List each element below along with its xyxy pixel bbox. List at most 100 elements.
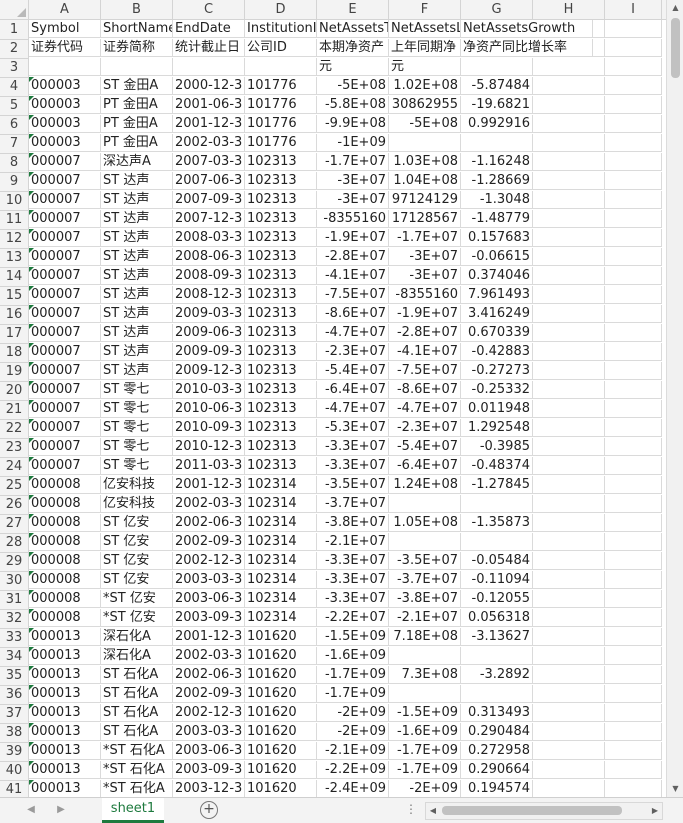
cell-d20[interactable]: 102313 [245, 381, 317, 399]
cell-g1[interactable]: NetAssetsGrowth [461, 20, 593, 38]
cell-a19[interactable]: 000007 [29, 362, 101, 380]
cell-f27[interactable]: 1.05E+08 [389, 514, 461, 532]
cell-e32[interactable]: -2.2E+07 [317, 609, 389, 627]
cell-e31[interactable]: -3.3E+07 [317, 590, 389, 608]
cell-e40[interactable]: -2.2E+09 [317, 761, 389, 779]
cell-a41[interactable]: 000013 [29, 780, 101, 797]
cell-a31[interactable]: 000008 [29, 590, 101, 608]
cell-g8[interactable]: -1.16248 [461, 153, 533, 171]
cell-h26[interactable] [533, 495, 605, 513]
cell-f34[interactable] [389, 647, 461, 665]
column-header-i[interactable]: I [605, 0, 662, 19]
column-header-a[interactable]: A [29, 0, 101, 19]
cell-d16[interactable]: 102313 [245, 305, 317, 323]
cell-i31[interactable] [605, 590, 662, 608]
cell-h33[interactable] [533, 628, 605, 646]
cell-g41[interactable]: 0.194574 [461, 780, 533, 797]
cell-g36[interactable] [461, 685, 533, 703]
cell-g33[interactable]: -3.13627 [461, 628, 533, 646]
cell-g27[interactable]: -1.35873 [461, 514, 533, 532]
cell-f31[interactable]: -3.8E+07 [389, 590, 461, 608]
horizontal-scroll-thumb[interactable] [442, 806, 622, 815]
cell-h17[interactable] [533, 324, 605, 342]
cell-c10[interactable]: 2007-09-3 [173, 191, 245, 209]
cell-d22[interactable]: 102313 [245, 419, 317, 437]
cell-c17[interactable]: 2009-06-3 [173, 324, 245, 342]
row-header[interactable]: 27 [0, 514, 28, 534]
cell-a14[interactable]: 000007 [29, 267, 101, 285]
cell-i30[interactable] [605, 571, 662, 589]
cell-g3[interactable] [461, 58, 533, 76]
cell-g24[interactable]: -0.48374 [461, 457, 533, 475]
row-header[interactable]: 29 [0, 552, 28, 572]
cell-c4[interactable]: 2000-12-3 [173, 77, 245, 95]
cell-d27[interactable]: 102314 [245, 514, 317, 532]
cell-h37[interactable] [533, 704, 605, 722]
cell-i14[interactable] [605, 267, 662, 285]
cell-d36[interactable]: 101620 [245, 685, 317, 703]
cell-c27[interactable]: 2002-06-3 [173, 514, 245, 532]
column-header-b[interactable]: B [101, 0, 173, 19]
cell-h19[interactable] [533, 362, 605, 380]
cell-e35[interactable]: -1.7E+09 [317, 666, 389, 684]
cell-e28[interactable]: -2.1E+07 [317, 533, 389, 551]
cell-a39[interactable]: 000013 [29, 742, 101, 760]
cell-e21[interactable]: -4.7E+07 [317, 400, 389, 418]
cell-h32[interactable] [533, 609, 605, 627]
cell-d6[interactable]: 101776 [245, 115, 317, 133]
cell-i17[interactable] [605, 324, 662, 342]
cell-c38[interactable]: 2003-03-3 [173, 723, 245, 741]
cell-a16[interactable]: 000007 [29, 305, 101, 323]
cell-d2[interactable]: 公司ID [245, 39, 317, 57]
cell-i36[interactable] [605, 685, 662, 703]
cell-b13[interactable]: ST 达声 [101, 248, 173, 266]
cell-d15[interactable]: 102313 [245, 286, 317, 304]
cell-d28[interactable]: 102314 [245, 533, 317, 551]
cell-h7[interactable] [533, 134, 605, 152]
cell-a15[interactable]: 000007 [29, 286, 101, 304]
cell-a18[interactable]: 000007 [29, 343, 101, 361]
cell-e3[interactable]: 元 [317, 58, 389, 76]
vertical-scrollbar[interactable]: ▲ ▼ [666, 0, 683, 797]
cell-f25[interactable]: 1.24E+08 [389, 476, 461, 494]
cell-b22[interactable]: ST 零七 [101, 419, 173, 437]
cell-b34[interactable]: 深石化A [101, 647, 173, 665]
cell-g13[interactable]: -0.06615 [461, 248, 533, 266]
cell-c3[interactable] [173, 58, 245, 76]
cell-a12[interactable]: 000007 [29, 229, 101, 247]
row-header[interactable]: 30 [0, 571, 28, 591]
cell-b9[interactable]: ST 达声 [101, 172, 173, 190]
cell-i35[interactable] [605, 666, 662, 684]
cell-c21[interactable]: 2010-06-3 [173, 400, 245, 418]
row-header[interactable]: 24 [0, 457, 28, 477]
cell-b20[interactable]: ST 零七 [101, 381, 173, 399]
cell-h28[interactable] [533, 533, 605, 551]
cell-e20[interactable]: -6.4E+07 [317, 381, 389, 399]
cell-h16[interactable] [533, 305, 605, 323]
cell-i11[interactable] [605, 210, 662, 228]
cell-a26[interactable]: 000008 [29, 495, 101, 513]
cell-g35[interactable]: -3.2892 [461, 666, 533, 684]
horizontal-scrollbar[interactable]: ◀ ▶ [425, 802, 663, 820]
cell-i24[interactable] [605, 457, 662, 475]
cell-c25[interactable]: 2001-12-3 [173, 476, 245, 494]
cell-i1[interactable] [605, 20, 662, 38]
cell-e29[interactable]: -3.3E+07 [317, 552, 389, 570]
cell-h4[interactable] [533, 77, 605, 95]
cell-g6[interactable]: 0.992916 [461, 115, 533, 133]
cell-e19[interactable]: -5.4E+07 [317, 362, 389, 380]
cell-b3[interactable] [101, 58, 173, 76]
cell-i27[interactable] [605, 514, 662, 532]
cell-i10[interactable] [605, 191, 662, 209]
cell-g34[interactable] [461, 647, 533, 665]
tab-sheet1[interactable]: sheet1 [102, 798, 164, 823]
cell-b24[interactable]: ST 零七 [101, 457, 173, 475]
cell-d8[interactable]: 102313 [245, 153, 317, 171]
cell-h11[interactable] [533, 210, 605, 228]
cell-d14[interactable]: 102313 [245, 267, 317, 285]
row-header[interactable]: 4 [0, 77, 28, 97]
cell-h15[interactable] [533, 286, 605, 304]
cell-e37[interactable]: -2E+09 [317, 704, 389, 722]
row-header[interactable]: 3 [0, 58, 28, 78]
cell-b19[interactable]: ST 达声 [101, 362, 173, 380]
